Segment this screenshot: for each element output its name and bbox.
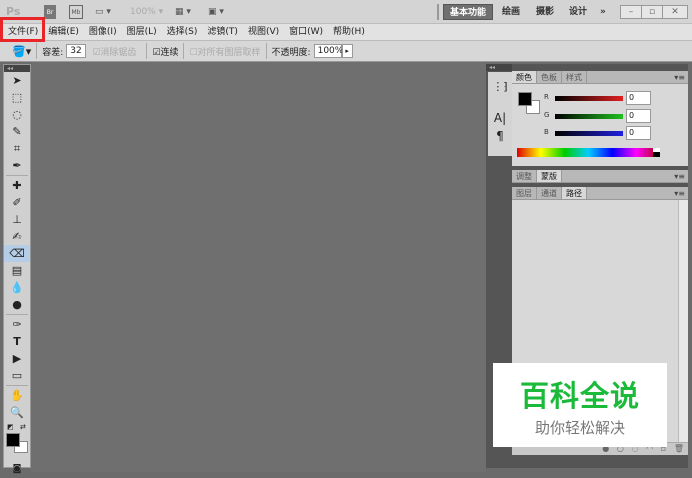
antialias-checkbox[interactable]: ☑消除锯齿	[92, 45, 136, 58]
red-slider[interactable]	[555, 96, 623, 101]
mini-bridge-button[interactable]: Mb	[69, 5, 83, 19]
default-colors-icon[interactable]: ◩	[7, 423, 14, 431]
workspace-design[interactable]: 设计	[563, 4, 593, 20]
magic-eraser-tool-icon[interactable]: ⌫	[4, 245, 30, 262]
foreground-color-swatch[interactable]	[6, 433, 20, 447]
tab-adjustments[interactable]: 调整	[512, 170, 537, 182]
watermark: 百科全说 助你轻松解决	[493, 363, 667, 447]
tab-masks[interactable]: 蒙版	[537, 170, 562, 182]
dock-icons: ⋮⁆ A| ¶	[488, 72, 512, 156]
menu-edit[interactable]: 编辑(E)	[43, 24, 84, 40]
screen-mode-button[interactable]: ▣ ▾	[208, 5, 224, 19]
tolerance-input[interactable]: 32	[66, 44, 87, 58]
menu-window[interactable]: 窗口(W)	[284, 24, 328, 40]
menu-filter[interactable]: 滤镜(T)	[202, 24, 243, 40]
paragraph-panel-icon[interactable]: ¶	[488, 129, 512, 143]
history-panel-icon[interactable]: ⋮⁆	[488, 80, 512, 93]
highlight-box	[0, 17, 45, 42]
crop-tool-icon[interactable]: ⌗	[4, 140, 30, 157]
character-panel-icon[interactable]: A|	[488, 111, 512, 125]
watermark-title: 百科全说	[519, 379, 640, 413]
options-bar: 🪣▾ 容差: 32 ☑消除锯齿 ☑连续 ☐对所有图层取样 不透明度: 100% …	[0, 40, 692, 62]
pen-tool-icon[interactable]: ✑	[4, 316, 30, 333]
history-brush-tool-icon[interactable]: ✍	[4, 228, 30, 245]
scrollbar[interactable]	[678, 200, 688, 442]
workspace-essentials[interactable]: 基本功能	[443, 4, 494, 20]
menu-layer[interactable]: 图层(L)	[122, 24, 162, 40]
opacity-label: 不透明度:	[271, 47, 311, 58]
tab-paths[interactable]: 路径	[562, 187, 587, 199]
workspace-painting[interactable]: 绘画	[496, 4, 526, 20]
lasso-tool-icon[interactable]: ◌	[4, 106, 30, 123]
red-label: R	[544, 93, 549, 101]
move-tool-icon[interactable]: ➤	[4, 72, 30, 89]
healing-brush-tool-icon[interactable]: ✚	[4, 177, 30, 194]
panel-menu-icon[interactable]: ▾≡	[674, 71, 685, 84]
green-label: G	[544, 111, 550, 119]
green-value[interactable]: 0	[626, 109, 651, 123]
menu-help[interactable]: 帮助(H)	[328, 24, 370, 40]
panel-menu-icon[interactable]: ▾≡	[674, 170, 685, 183]
watermark-subtitle: 助你轻松解决	[534, 419, 625, 437]
blue-slider[interactable]	[555, 131, 623, 136]
tab-color[interactable]: 颜色	[512, 71, 537, 83]
layers-panel-tabs: 图层 通道 路径 ▾≡	[512, 187, 688, 200]
red-value[interactable]: 0	[626, 91, 651, 105]
delete-path-icon[interactable]: 🗑	[674, 444, 684, 453]
brush-tool-icon[interactable]: ✐	[4, 194, 30, 211]
quick-select-tool-icon[interactable]: ✎	[4, 123, 30, 140]
arrange-documents-button[interactable]: ▦ ▾	[175, 5, 191, 19]
minimize-button[interactable]: –	[620, 5, 642, 19]
path-selection-tool-icon[interactable]: ▶	[4, 350, 30, 367]
restore-button[interactable]: ▫	[641, 5, 663, 19]
quick-mask-icon[interactable]: ◙	[4, 461, 30, 478]
hand-tool-icon[interactable]: ✋	[4, 387, 30, 404]
tab-layers[interactable]: 图层	[512, 187, 537, 199]
blur-tool-icon[interactable]: 💧	[4, 279, 30, 296]
bridge-button[interactable]: Br	[44, 5, 56, 19]
eyedropper-tool-icon[interactable]: ✒	[4, 157, 30, 174]
workspace-photography[interactable]: 摄影	[530, 4, 560, 20]
menu-select[interactable]: 选择(S)	[162, 24, 203, 40]
blue-value[interactable]: 0	[626, 126, 651, 140]
black-swatch[interactable]	[653, 152, 660, 157]
type-tool-icon[interactable]: T	[4, 333, 30, 350]
menu-image[interactable]: 图像(I)	[84, 24, 122, 40]
tab-swatches[interactable]: 色板	[537, 71, 562, 83]
color-panel: R 0 G 0 B 0	[512, 84, 688, 166]
view-extras-button[interactable]: ▭ ▾	[95, 5, 111, 19]
menu-view[interactable]: 视图(V)	[243, 24, 284, 40]
zoom-level[interactable]: 100% ▾	[130, 5, 163, 19]
foreground-color-box[interactable]	[518, 92, 532, 106]
clone-stamp-tool-icon[interactable]: ⊥	[4, 211, 30, 228]
title-bar: Ps Br Mb ▭ ▾ 100% ▾ ▦ ▾ ▣ ▾ 基本功能 绘画 摄影 设…	[0, 0, 692, 24]
panel-menu-icon[interactable]: ▾≡	[674, 187, 685, 200]
sample-all-layers-checkbox[interactable]: ☐对所有图层取样	[189, 45, 260, 58]
tolerance-label: 容差:	[42, 47, 64, 58]
opacity-slider-button[interactable]: ▸	[341, 44, 353, 58]
close-button[interactable]: ✕	[662, 5, 688, 19]
tool-preset-picker[interactable]: 🪣▾	[12, 45, 31, 58]
panel-collapse-handle[interactable]: ◂◂	[4, 65, 30, 72]
more-workspaces-button[interactable]: »	[594, 4, 612, 20]
tab-styles[interactable]: 样式	[562, 71, 587, 83]
swap-colors-icon[interactable]: ⇄	[20, 423, 26, 431]
shape-tool-icon[interactable]: ▭	[4, 367, 30, 384]
divider	[437, 4, 439, 20]
canvas-area[interactable]	[31, 62, 486, 472]
adjust-panel-tabs: 调整 蒙版 ▾≡	[512, 170, 688, 183]
opacity-input[interactable]: 100%	[313, 44, 343, 58]
dodge-tool-icon[interactable]: ●	[4, 296, 30, 313]
marquee-tool-icon[interactable]: ⬚	[4, 89, 30, 106]
tab-channels[interactable]: 通道	[537, 187, 562, 199]
menu-bar: 文件(F) 编辑(E) 图像(I) 图层(L) 选择(S) 滤镜(T) 视图(V…	[0, 24, 692, 40]
tools-panel: ◂◂ ➤ ⬚ ◌ ✎ ⌗ ✒ ✚ ✐ ⊥ ✍ ⌫ ▤ 💧 ● ✑ T ▶ ▭ ✋…	[3, 64, 31, 474]
blue-label: B	[544, 128, 549, 136]
green-slider[interactable]	[555, 114, 623, 119]
color-spectrum-bar[interactable]	[517, 148, 660, 157]
color-panel-tabs: 颜色 色板 样式 ▾≡	[512, 71, 688, 84]
zoom-tool-icon[interactable]: 🔍	[4, 404, 30, 421]
contiguous-checkbox[interactable]: ☑连续	[152, 45, 178, 58]
gradient-tool-icon[interactable]: ▤	[4, 262, 30, 279]
